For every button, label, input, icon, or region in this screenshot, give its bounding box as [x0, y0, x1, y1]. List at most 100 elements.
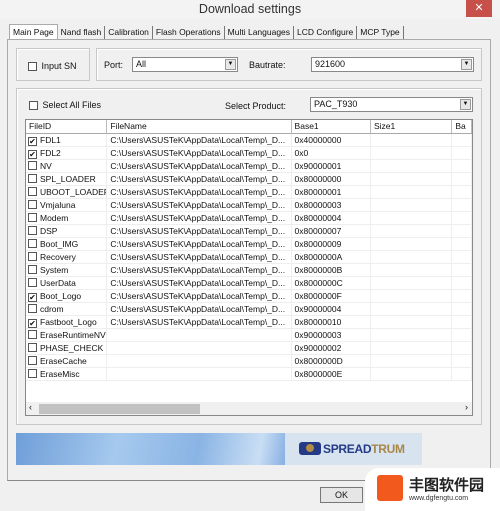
file-id-cell: EraseMisc	[26, 368, 108, 380]
row-checkbox[interactable]	[28, 343, 37, 352]
baudrate-select[interactable]: 921600 ▼	[311, 57, 474, 72]
empty-cell	[452, 186, 472, 198]
row-checkbox[interactable]	[28, 369, 37, 378]
table-row[interactable]: PHASE_CHECK 0x90000002	[26, 342, 472, 355]
row-checkbox[interactable]	[28, 174, 37, 183]
column-header-size1[interactable]: Size1	[371, 120, 453, 133]
column-header-filename[interactable]: FileName	[107, 120, 292, 133]
empty-cell	[371, 186, 453, 198]
table-row[interactable]: Boot_IMG C:\Users\ASUSTeK\AppData\Local\T…	[26, 238, 472, 251]
file-id-cell: ✔ Fastboot_Logo	[26, 316, 108, 328]
row-checkbox[interactable]	[28, 304, 37, 313]
file-id-cell: cdrom	[26, 303, 108, 315]
table-row[interactable]: System C:\Users\ASUSTeK\AppData\Local\Tem…	[26, 264, 472, 277]
file-name-cell: C:\Users\ASUSTeK\AppData\Local\Temp\_D..…	[107, 316, 292, 328]
base-cell: 0x0	[292, 147, 371, 159]
table-row[interactable]: Vmjaluna C:\Users\ASUSTeK\AppData\Local\T…	[26, 199, 472, 212]
checkbox-icon	[29, 101, 38, 111]
table-row[interactable]: UserData C:\Users\ASUSTeK\AppData\Local\T…	[26, 277, 472, 290]
table-row[interactable]: Recovery C:\Users\ASUSTeK\AppData\Local\T…	[26, 251, 472, 264]
row-checkbox[interactable]	[28, 226, 37, 235]
table-row[interactable]: ✔ FDL2 C:\Users\ASUSTeK\AppData\Local\Temp…	[26, 147, 472, 160]
scroll-left-icon[interactable]: ‹	[29, 402, 32, 412]
tab-multi-languages[interactable]: Multi Languages	[225, 26, 295, 39]
column-header-base1[interactable]: Base1	[292, 120, 371, 133]
empty-cell	[371, 160, 453, 172]
file-name-cell: C:\Users\ASUSTeK\AppData\Local\Temp\_D..…	[107, 212, 292, 224]
table-row[interactable]: EraseCache 0x8000000D	[26, 355, 472, 368]
table-row[interactable]: DSP C:\Users\ASUSTeK\AppData\Local\Temp\_…	[26, 225, 472, 238]
tab-bar: Main Page Nand flash Calibration Flash Oper…	[9, 24, 404, 39]
row-checkbox[interactable]: ✔	[28, 319, 37, 328]
file-name-cell: C:\Users\ASUSTeK\AppData\Local\Temp\_D..…	[107, 186, 292, 198]
row-checkbox[interactable]	[28, 252, 37, 261]
tab-lcd-configure[interactable]: LCD Configure	[294, 26, 358, 39]
row-checkbox[interactable]	[28, 187, 37, 196]
table-row[interactable]: EraseRuntimeNV 0x90000003	[26, 329, 472, 342]
empty-cell	[371, 303, 453, 315]
scrollbar-thumb[interactable]	[39, 404, 200, 414]
table-header: FileID FileName Base1 Size1 Ba	[26, 120, 472, 134]
empty-cell	[452, 342, 472, 354]
row-checkbox[interactable]: ✔	[28, 150, 37, 159]
select-all-label: Select All Files	[42, 100, 102, 110]
table-row[interactable]: UBOOT_LOADER C:\Users\ASUSTeK\AppData\Loc…	[26, 186, 472, 199]
tab-flash-operations[interactable]: Flash Operations	[153, 26, 225, 39]
column-header-fileid[interactable]: FileID	[26, 120, 108, 133]
row-checkbox[interactable]	[28, 278, 37, 287]
file-name-cell: C:\Users\ASUSTeK\AppData\Local\Temp\_D..…	[107, 160, 292, 172]
table-row[interactable]: ✔ Fastboot_Logo C:\Users\ASUSTeK\AppData\L…	[26, 316, 472, 329]
file-id: Boot_IMG	[40, 239, 79, 249]
table-row[interactable]: cdrom C:\Users\ASUSTeK\AppData\Local\Temp…	[26, 303, 472, 316]
scroll-right-icon[interactable]: ›	[465, 402, 468, 412]
empty-cell	[371, 355, 453, 367]
input-sn-label: Input SN	[41, 61, 77, 71]
row-checkbox[interactable]: ✔	[28, 293, 37, 302]
file-id: UBOOT_LOADER	[40, 187, 108, 197]
base-cell: 0x90000001	[292, 160, 371, 172]
base-cell: 0x80000004	[292, 212, 371, 224]
empty-cell	[452, 303, 472, 315]
input-sn-checkbox[interactable]: Input SN	[28, 61, 77, 72]
row-checkbox[interactable]	[28, 213, 37, 222]
table-row[interactable]: SPL_LOADER C:\Users\ASUSTeK\AppData\Local…	[26, 173, 472, 186]
row-checkbox[interactable]	[28, 161, 37, 170]
close-button[interactable]: ✕	[466, 0, 492, 17]
horizontal-scrollbar[interactable]: ‹ ›	[26, 402, 472, 415]
empty-cell	[371, 199, 453, 211]
table-row[interactable]: Modem C:\Users\ASUSTeK\AppData\Local\Temp…	[26, 212, 472, 225]
row-checkbox[interactable]: ✔	[28, 137, 37, 146]
file-id: System	[40, 265, 69, 275]
file-id: Vmjaluna	[40, 200, 76, 210]
empty-cell	[371, 147, 453, 159]
table-row[interactable]: ✔ Boot_Logo C:\Users\ASUSTeK\AppData\Local…	[26, 290, 472, 303]
select-all-checkbox[interactable]: Select All Files	[29, 100, 102, 111]
product-select[interactable]: PAC_T930 ▼	[310, 97, 473, 112]
base-cell: 0x8000000D	[292, 355, 371, 367]
file-name-cell: C:\Users\ASUSTeK\AppData\Local\Temp\_D..…	[107, 147, 292, 159]
ok-button[interactable]: OK	[320, 487, 363, 503]
baudrate-value: 921600	[315, 59, 346, 69]
port-select[interactable]: All ▼	[132, 57, 238, 72]
port-value: All	[136, 59, 147, 69]
table-row[interactable]: ✔ FDL1 C:\Users\ASUSTeK\AppData\Local\Temp…	[26, 134, 472, 147]
column-header-ba[interactable]: Ba	[452, 120, 472, 133]
tab-calibration[interactable]: Calibration	[105, 26, 153, 39]
port-group: Port: All ▼ Bautrate: 921600 ▼	[96, 48, 482, 81]
row-checkbox[interactable]	[28, 239, 37, 248]
row-checkbox[interactable]	[28, 330, 37, 339]
tab-nand-flash[interactable]: Nand flash	[58, 26, 106, 39]
banner: SPREADTRUM	[16, 433, 422, 465]
window-title: Download settings	[198, 2, 302, 16]
empty-cell	[452, 290, 472, 302]
table-row[interactable]: NV C:\Users\ASUSTeK\AppData\Local\Temp\_D…	[26, 160, 472, 173]
row-checkbox[interactable]	[28, 200, 37, 209]
file-id: FDL2	[40, 148, 61, 158]
tab-main-page[interactable]: Main Page	[9, 24, 58, 39]
empty-cell	[452, 225, 472, 237]
tab-mcp-type[interactable]: MCP Type	[357, 26, 404, 39]
row-checkbox[interactable]	[28, 356, 37, 365]
table-row[interactable]: EraseMisc 0x8000000E	[26, 368, 472, 381]
row-checkbox[interactable]	[28, 265, 37, 274]
chevron-down-icon: ▼	[461, 59, 472, 70]
